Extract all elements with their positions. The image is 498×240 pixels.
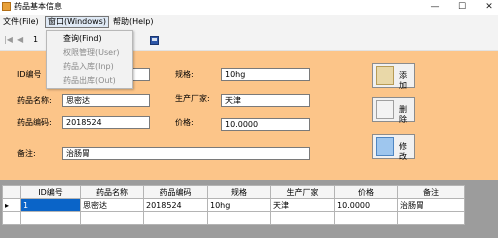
table-cell[interactable] <box>334 211 398 225</box>
title-bar: 药品基本信息 — ☐ ✕ <box>0 0 498 15</box>
maximize-button[interactable]: ☐ <box>455 2 469 12</box>
modify-button[interactable]: 修改 <box>372 134 415 161</box>
menu-help[interactable]: 帮助(Help) <box>113 17 153 27</box>
menu-file[interactable]: 文件(File) <box>3 17 39 27</box>
column-header[interactable]: 药品名称 <box>80 185 144 199</box>
data-grid-area: ID编号 药品名称 药品编码 规格 生产厂家 价格 备注 ▸ 1 思密达 201… <box>0 180 498 238</box>
column-header[interactable]: 价格 <box>334 185 398 199</box>
menu-item-out[interactable]: 药品出库(Out) <box>63 76 116 86</box>
first-record-icon[interactable]: |◀ <box>4 35 13 44</box>
menu-item-user[interactable]: 权限管理(User) <box>63 48 119 58</box>
table-cell[interactable] <box>20 211 81 225</box>
menu-item-inp[interactable]: 药品入库(Inp) <box>63 62 114 72</box>
delete-button[interactable]: 删除 <box>372 97 415 124</box>
table-new-row[interactable] <box>2 211 465 225</box>
app-icon <box>2 2 11 11</box>
record-position[interactable]: 1 <box>33 35 38 44</box>
spec-field[interactable]: 10hg <box>221 68 310 81</box>
table-cell[interactable]: 1 <box>20 198 81 212</box>
row-selector-icon[interactable]: ▸ <box>2 198 21 212</box>
previous-record-icon[interactable]: ◀ <box>17 35 23 44</box>
modify-button-label: 修改 <box>399 142 407 161</box>
column-header[interactable]: 生产厂家 <box>270 185 335 199</box>
note-label: 备注: <box>17 149 36 158</box>
price-label: 价格: <box>175 118 194 127</box>
menu-window[interactable]: 窗口(Windows) <box>45 16 109 28</box>
delete-button-label: 删除 <box>399 105 407 124</box>
column-header[interactable]: 药品编码 <box>143 185 208 199</box>
row-header-corner <box>2 185 21 199</box>
table-cell[interactable]: 10hg <box>207 198 271 212</box>
column-header[interactable]: ID编号 <box>20 185 81 199</box>
price-field[interactable]: 10.0000 <box>221 118 310 131</box>
row-selector[interactable] <box>2 211 21 225</box>
table-row[interactable]: ▸ 1 思密达 2018524 10hg 天津 10.0000 治肠胃 <box>2 198 465 212</box>
table-header-row: ID编号 药品名称 药品编码 规格 生产厂家 价格 备注 <box>2 185 465 199</box>
table-cell[interactable]: 天津 <box>270 198 335 212</box>
table-cell[interactable]: 2018524 <box>143 198 208 212</box>
table-cell[interactable] <box>143 211 208 225</box>
note-field[interactable]: 治肠胃 <box>62 147 310 160</box>
column-header[interactable]: 规格 <box>207 185 271 199</box>
table-cell[interactable]: 治肠胃 <box>397 198 465 212</box>
id-label: ID编号 <box>17 70 42 79</box>
menu-item-find[interactable]: 查询(Find) <box>63 34 102 44</box>
window-title: 药品基本信息 <box>14 2 62 11</box>
table-cell[interactable] <box>207 211 271 225</box>
table-cell[interactable] <box>80 211 144 225</box>
add-button[interactable]: 添加 <box>372 63 415 90</box>
document-icon <box>376 100 394 119</box>
code-label: 药品编码: <box>17 118 52 127</box>
maker-field[interactable]: 天津 <box>221 94 310 107</box>
edit-icon <box>376 66 394 85</box>
minimize-button[interactable]: — <box>428 2 442 12</box>
table-cell[interactable]: 思密达 <box>80 198 144 212</box>
table-cell[interactable]: 10.0000 <box>334 198 398 212</box>
save-icon[interactable] <box>150 36 159 45</box>
name-field[interactable]: 思密达 <box>62 94 150 107</box>
spec-label: 规格: <box>175 70 194 79</box>
window-menu-dropdown: 查询(Find) 权限管理(User) 药品入库(Inp) 药品出库(Out) <box>46 30 133 89</box>
menu-bar: 文件(File) 窗口(Windows) 帮助(Help) <box>0 15 498 29</box>
drug-table[interactable]: ID编号 药品名称 药品编码 规格 生产厂家 价格 备注 ▸ 1 思密达 201… <box>2 185 465 225</box>
name-label: 药品名称: <box>17 96 52 105</box>
code-field[interactable]: 2018524 <box>62 116 150 129</box>
close-button[interactable]: ✕ <box>482 2 496 12</box>
notepad-icon <box>376 137 394 156</box>
table-cell[interactable] <box>270 211 335 225</box>
add-button-label: 添加 <box>399 71 407 90</box>
column-header[interactable]: 备注 <box>397 185 465 199</box>
table-cell[interactable] <box>397 211 465 225</box>
maker-label: 生产厂家: <box>175 94 210 103</box>
